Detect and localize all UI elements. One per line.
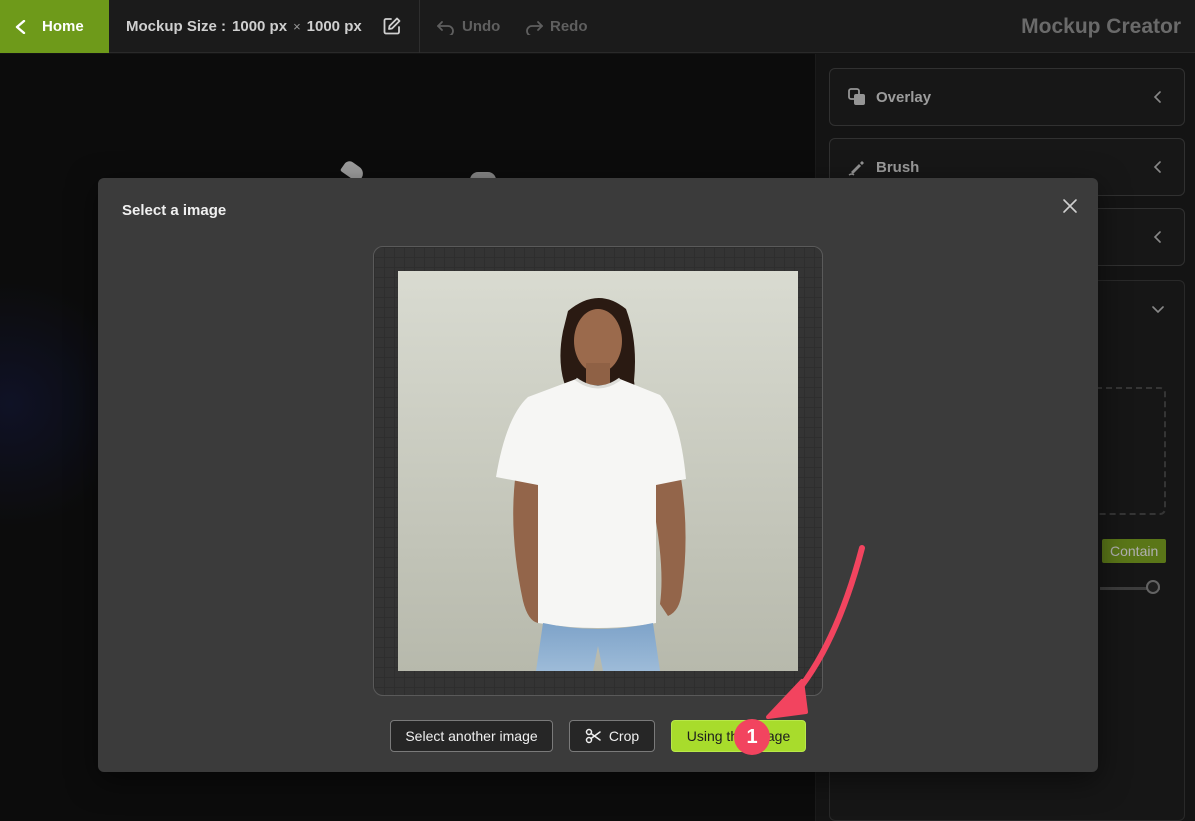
- step-number-badge: 1: [734, 719, 770, 755]
- home-button[interactable]: Home: [0, 0, 109, 53]
- dialog-title: Select a image: [122, 202, 227, 219]
- undo-button[interactable]: Undo: [436, 0, 500, 53]
- app-title: Mockup Creator: [1021, 14, 1181, 38]
- image-preview-frame: [373, 246, 823, 696]
- crop-label: Crop: [608, 728, 640, 744]
- top-bar: Home Mockup Size : 1000 px × 1000 px Und…: [0, 0, 1195, 53]
- close-icon[interactable]: [1062, 198, 1078, 214]
- mockup-width: 1000 px: [232, 18, 288, 35]
- mockup-size-label: Mockup Size :: [126, 18, 227, 35]
- selected-image: [398, 271, 798, 671]
- times-sign: ×: [293, 19, 301, 34]
- select-image-dialog: Select a image Select another image Crop…: [98, 178, 1098, 772]
- redo-button[interactable]: Redo: [524, 0, 588, 53]
- undo-icon: [437, 20, 454, 35]
- toolbar-divider: [419, 0, 420, 53]
- tshirt-model-photo: [398, 271, 798, 671]
- redo-label: Redo: [550, 18, 588, 35]
- mockup-height: 1000 px: [306, 18, 362, 35]
- redo-icon: [526, 20, 543, 35]
- home-label: Home: [42, 18, 84, 35]
- undo-label: Undo: [462, 18, 501, 35]
- chevron-left-icon: [15, 19, 26, 34]
- crop-button[interactable]: Crop: [569, 720, 655, 752]
- edit-icon[interactable]: [382, 16, 402, 36]
- mockup-size-info: Mockup Size : 1000 px × 1000 px: [126, 0, 362, 53]
- scissors-icon: [585, 728, 601, 744]
- select-another-image-button[interactable]: Select another image: [390, 720, 553, 752]
